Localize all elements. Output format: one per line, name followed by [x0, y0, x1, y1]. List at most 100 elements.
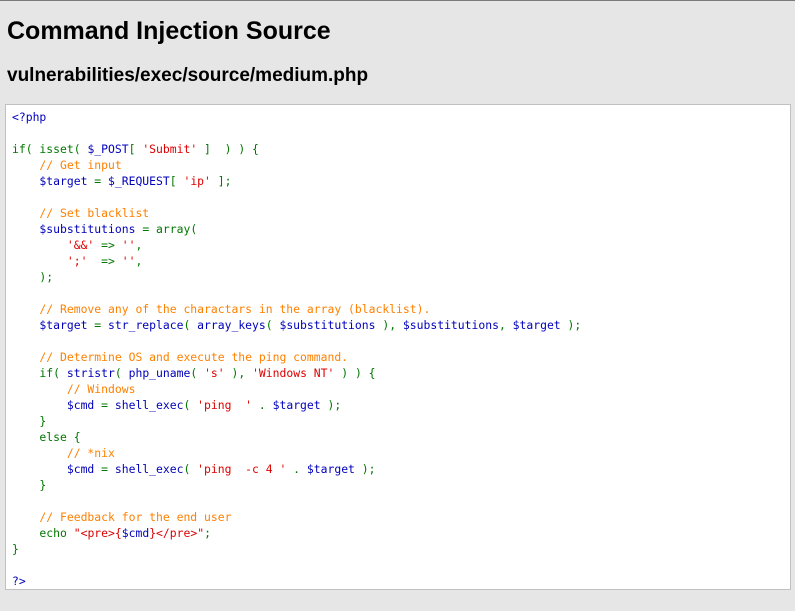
code-line: ?> — [12, 573, 581, 589]
code-line: // Feedback for the end user — [12, 509, 581, 525]
code-line: // Windows — [12, 381, 581, 397]
code-token: 'ping ' — [197, 398, 253, 412]
code-line: $substitutions = array( — [12, 221, 581, 237]
code-token: ( — [190, 366, 205, 380]
code-token: = — [94, 318, 109, 332]
code-token: 'ping -c 4 ' — [197, 462, 287, 476]
code-token: if( isset( — [12, 142, 88, 156]
code-token: ';' — [12, 254, 88, 268]
code-token: php_uname — [128, 366, 191, 380]
code-line: else { — [12, 429, 581, 445]
code-token: // Remove any of the charactars in the a… — [12, 302, 431, 316]
code-line: // Determine OS and execute the ping com… — [12, 349, 581, 365]
code-token: shell_exec — [114, 462, 184, 476]
code-token: ]; — [210, 174, 232, 188]
code-token: ); — [12, 270, 54, 284]
code-token: => — [94, 238, 122, 252]
code-token: else { — [12, 430, 81, 444]
code-token: $substitutions — [279, 318, 383, 332]
code-line: <?php — [12, 109, 581, 125]
code-token: '' — [121, 238, 136, 252]
code-token: ), — [382, 318, 403, 332]
code-token: }</pre>" — [149, 526, 205, 540]
code-token: 's' — [204, 366, 225, 380]
code-token: ) ) { — [334, 366, 376, 380]
code-token: ); — [361, 462, 376, 476]
code-token: ( — [114, 366, 129, 380]
code-token: shell_exec — [114, 398, 184, 412]
code-token: $substitutions — [12, 222, 143, 236]
code-token: // Get input — [12, 158, 122, 172]
code-line: // *nix — [12, 445, 581, 461]
php-source-code: <?php if( isset( $_POST[ 'Submit' ] ) ) … — [12, 109, 581, 589]
code-token: $substitutions — [402, 318, 499, 332]
code-token: } — [12, 414, 47, 428]
code-line: // Remove any of the charactars in the a… — [12, 301, 581, 317]
source-code-panel: <?php if( isset( $_POST[ 'Submit' ] ) ) … — [5, 104, 791, 590]
code-token: 'Submit' — [142, 142, 198, 156]
code-token: // Determine OS and execute the ping com… — [12, 350, 349, 364]
code-token: = — [101, 398, 115, 412]
code-line: } — [12, 477, 581, 493]
code-token: ); — [567, 318, 582, 332]
code-token: ( — [183, 462, 198, 476]
code-token: ), — [224, 366, 253, 380]
code-line: } — [12, 541, 581, 557]
code-token: $target — [12, 318, 95, 332]
code-token: $cmd — [121, 526, 150, 540]
code-token: 'ip' — [183, 174, 211, 188]
code-token: // Set blacklist — [12, 206, 150, 220]
code-token: echo — [12, 526, 74, 540]
source-file-path: vulnerabilities/exec/source/medium.php — [7, 65, 369, 86]
code-token: $target — [12, 174, 95, 188]
top-border — [0, 0, 795, 1]
code-token: } — [12, 478, 47, 492]
code-token: <?php — [12, 110, 47, 124]
code-token: // Windows — [12, 382, 136, 396]
code-line: $cmd = shell_exec( 'ping -c 4 ' . $targe… — [12, 461, 581, 477]
code-line: if( isset( $_POST[ 'Submit' ] ) ) { — [12, 141, 581, 157]
code-line: $target = str_replace( array_keys( $subs… — [12, 317, 581, 333]
code-token: $_REQUEST — [108, 174, 170, 188]
code-token: // *nix — [12, 446, 115, 460]
code-token: array_keys — [197, 318, 266, 332]
code-token: // Feedback for the end user — [12, 510, 232, 524]
code-token: , — [498, 318, 513, 332]
code-token: , — [135, 238, 143, 252]
code-token: "<pre>{ — [73, 526, 122, 540]
code-token: ?> — [12, 574, 26, 588]
code-token: $target — [272, 398, 328, 412]
code-line: ';' => '', — [12, 253, 581, 269]
code-token: $target — [306, 462, 362, 476]
code-token: } — [12, 542, 19, 556]
code-token: [ — [169, 174, 184, 188]
code-line: ); — [12, 269, 581, 285]
code-token: ( — [183, 398, 198, 412]
code-token: ; — [204, 526, 211, 540]
code-token: . — [286, 462, 307, 476]
code-line: $cmd = shell_exec( 'ping ' . $target ); — [12, 397, 581, 413]
code-token: str_replace — [108, 318, 184, 332]
code-line: } — [12, 413, 581, 429]
code-token: $cmd — [12, 398, 102, 412]
code-token: '&&' — [12, 238, 95, 252]
code-token: if( — [12, 366, 67, 380]
page-title: Command Injection Source — [7, 17, 331, 45]
code-token: => — [87, 254, 122, 268]
code-line: // Get input — [12, 157, 581, 173]
code-token: '' — [121, 254, 136, 268]
code-token: ( — [183, 318, 198, 332]
code-line: echo "<pre>{$cmd}</pre>"; — [12, 525, 581, 541]
code-line: '&&' => '', — [12, 237, 581, 253]
code-token: ] ) ) { — [197, 142, 259, 156]
code-line: // Set blacklist — [12, 205, 581, 221]
code-token: ); — [327, 398, 342, 412]
code-token: [ — [128, 142, 143, 156]
code-token: , — [135, 254, 143, 268]
